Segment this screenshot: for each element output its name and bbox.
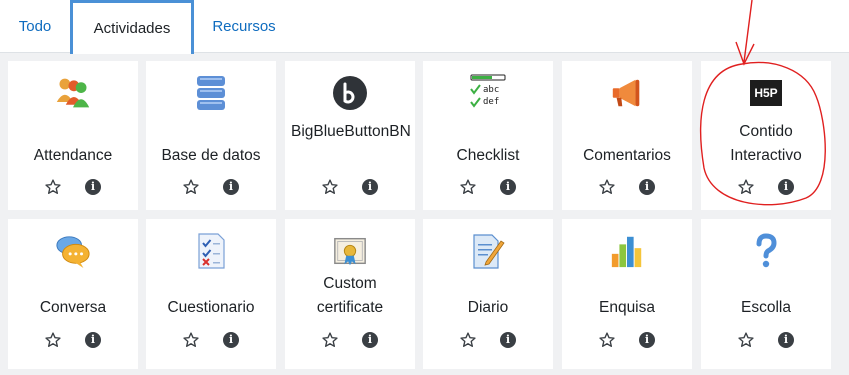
module-label: Comentarios	[583, 147, 671, 164]
module-card-custom-certificate[interactable]: Custom certificate i	[285, 219, 415, 369]
star-icon[interactable]	[459, 331, 477, 349]
module-card-base-de-datos[interactable]: Base de datos i	[146, 61, 276, 210]
checklist-icon-text-2: def	[483, 97, 499, 107]
info-icon[interactable]: i	[222, 178, 240, 196]
checklist-icon-text-1: abc	[483, 85, 499, 95]
chat-bubbles-icon	[55, 233, 91, 269]
module-card-checklist[interactable]: abc def Checklist i	[423, 61, 553, 210]
tab-actividades[interactable]: Actividades	[70, 0, 194, 54]
h5p-logo-text: H5P	[750, 80, 782, 106]
star-icon[interactable]	[44, 331, 62, 349]
module-grid: Attendance i Base de datos i BigBlueButt…	[0, 53, 849, 375]
star-icon[interactable]	[598, 331, 616, 349]
module-card-diario[interactable]: Diario i	[423, 219, 553, 369]
module-card-contido-interactivo[interactable]: H5P Contido Interactivo i	[701, 61, 831, 210]
star-icon[interactable]	[321, 331, 339, 349]
info-icon[interactable]: i	[84, 178, 102, 196]
star-icon[interactable]	[321, 178, 339, 196]
info-icon[interactable]: i	[499, 331, 517, 349]
info-icon[interactable]: i	[777, 331, 795, 349]
module-label: BigBlueButtonBN	[291, 123, 411, 140]
question-mark-icon	[748, 233, 784, 269]
info-icon[interactable]: i	[638, 178, 656, 196]
module-card-cuestionario[interactable]: Cuestionario i	[146, 219, 276, 369]
module-card-enquisa[interactable]: Enquisa i	[562, 219, 692, 369]
module-card-comentarios[interactable]: Comentarios i	[562, 61, 692, 210]
module-label: Attendance	[33, 147, 113, 164]
module-label: Enquisa	[598, 299, 655, 316]
module-label: Cuestionario	[167, 299, 255, 316]
database-icon	[193, 75, 229, 111]
journal-icon	[470, 233, 506, 269]
star-icon[interactable]	[44, 178, 62, 196]
info-icon[interactable]: i	[222, 331, 240, 349]
attendance-icon	[55, 75, 91, 111]
star-icon[interactable]	[598, 178, 616, 196]
tab-todo[interactable]: Todo	[0, 0, 70, 52]
quiz-icon	[193, 233, 229, 269]
module-card-escolla[interactable]: Escolla i	[701, 219, 831, 369]
module-card-conversa[interactable]: Conversa i	[8, 219, 138, 369]
module-label: Escolla	[741, 299, 791, 316]
bigbluebutton-icon	[332, 75, 368, 111]
info-icon[interactable]: i	[361, 178, 379, 196]
info-icon[interactable]: i	[638, 331, 656, 349]
star-icon[interactable]	[737, 178, 755, 196]
star-icon[interactable]	[182, 331, 200, 349]
megaphone-icon	[609, 75, 645, 111]
module-card-bigbluebutton[interactable]: BigBlueButtonBN i	[285, 61, 415, 210]
module-label: Diario	[467, 299, 509, 316]
info-icon[interactable]: i	[84, 331, 102, 349]
activity-chooser-tabs: Todo Actividades Recursos	[0, 0, 849, 54]
info-icon[interactable]: i	[361, 331, 379, 349]
module-label: Contido Interactivo	[730, 123, 802, 164]
module-label: Conversa	[39, 299, 107, 316]
info-icon[interactable]: i	[499, 178, 517, 196]
module-card-attendance[interactable]: Attendance i	[8, 61, 138, 210]
module-label: Custom certificate	[316, 275, 384, 316]
star-icon[interactable]	[182, 178, 200, 196]
checklist-icon: abc def	[468, 74, 508, 111]
info-icon[interactable]: i	[777, 178, 795, 196]
star-icon[interactable]	[459, 178, 477, 196]
h5p-icon: H5P	[748, 75, 784, 111]
module-label: Checklist	[456, 147, 520, 164]
module-label: Base de datos	[161, 147, 261, 164]
certificate-icon	[332, 233, 368, 269]
bar-chart-icon	[609, 233, 645, 269]
star-icon[interactable]	[737, 331, 755, 349]
tab-recursos[interactable]: Recursos	[194, 0, 294, 52]
